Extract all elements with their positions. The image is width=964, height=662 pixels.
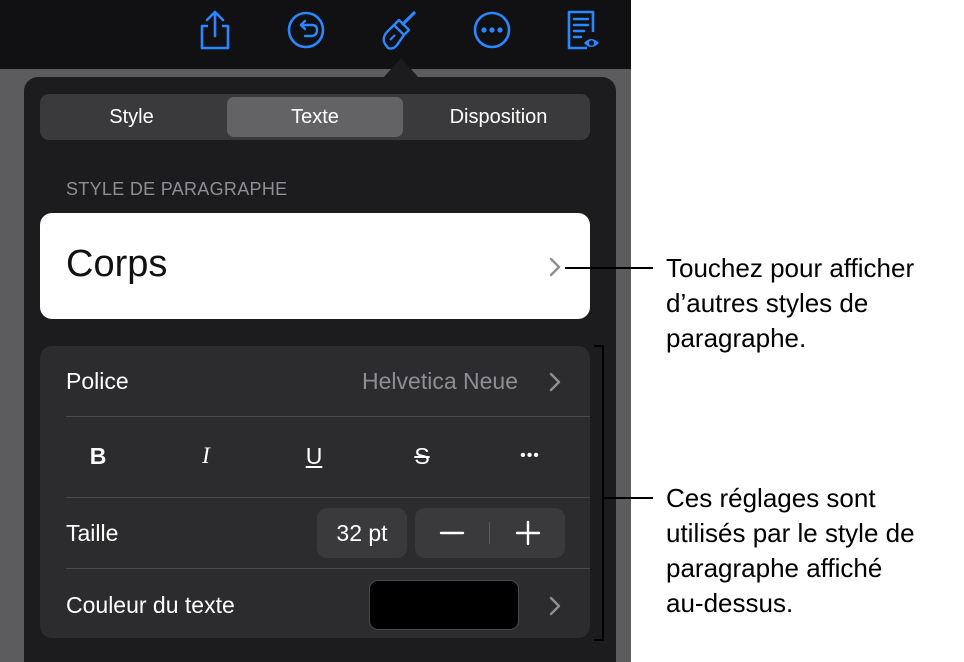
strikethrough-button[interactable]: S [402, 442, 442, 470]
paragraph-settings-group: Police Helvetica Neue B I U S ••• Taille… [40, 346, 590, 638]
chevron-right-icon [549, 596, 561, 616]
decrease-size-button[interactable] [415, 508, 489, 558]
underline-button[interactable]: U [294, 442, 334, 470]
chevron-right-icon [549, 257, 561, 277]
paragraph-style-header: STYLE DE PARAGRAPHE [66, 179, 288, 199]
divider [66, 568, 590, 569]
size-value-field[interactable]: 32 pt [317, 508, 407, 558]
top-toolbar [0, 0, 631, 69]
increase-size-button[interactable] [491, 508, 565, 558]
tab-texte[interactable]: Texte [227, 97, 403, 137]
callout-leader-line [604, 497, 653, 499]
popover-arrow [383, 58, 419, 78]
paragraph-style-button[interactable]: Corps [40, 213, 590, 319]
text-color-label: Couleur du texte [66, 592, 235, 618]
share-icon[interactable] [195, 8, 235, 52]
more-formatting-button[interactable]: ••• [510, 442, 550, 470]
tab-disposition[interactable]: Disposition [410, 97, 587, 137]
callout-bracket [602, 345, 604, 641]
bold-button[interactable]: B [78, 442, 118, 470]
size-label: Taille [66, 520, 119, 546]
callout-bracket-bottom [594, 639, 604, 641]
size-stepper [415, 508, 565, 558]
divider [66, 497, 590, 498]
undo-icon[interactable] [286, 8, 326, 52]
paragraph-style-name: Corps [66, 243, 168, 285]
italic-button[interactable]: I [186, 442, 226, 470]
text-color-swatch [369, 580, 519, 630]
reading-view-icon[interactable] [562, 8, 602, 52]
callout-paragraph-style: Touchez pour afficher d’autres styles de… [666, 253, 915, 353]
callout-leader-line [565, 267, 653, 269]
format-paintbrush-icon[interactable] [379, 8, 419, 52]
format-tabs: Style Texte Disposition [40, 94, 590, 140]
divider [66, 416, 590, 417]
more-icon[interactable] [472, 8, 512, 52]
font-label: Police [66, 368, 129, 394]
callout-settings: Ces réglages sont utilisés par le style … [666, 483, 915, 618]
tab-style[interactable]: Style [43, 97, 220, 137]
stepper-divider [489, 522, 490, 544]
chevron-right-icon [549, 372, 561, 392]
font-value: Helvetica Neue [362, 368, 518, 394]
